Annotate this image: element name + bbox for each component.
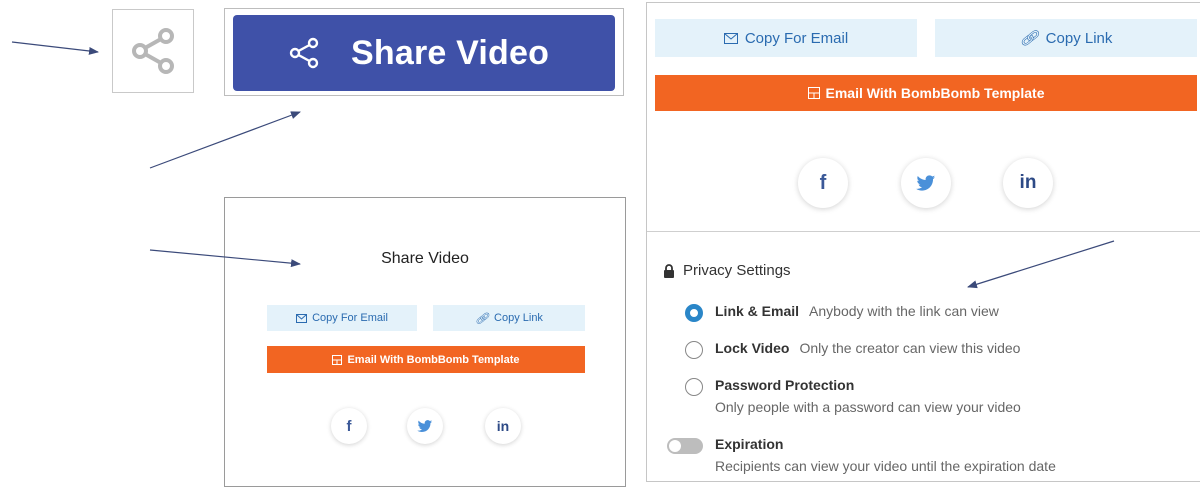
privacy-option-expiration[interactable]: Expiration Recipients can view your vide… bbox=[667, 436, 1056, 474]
expiration-toggle[interactable] bbox=[667, 438, 703, 454]
privacy-option-lock-video[interactable]: Lock Video Only the creator can view this… bbox=[685, 340, 1020, 359]
share-dialog-small: Share Video Copy For Email 🔗︎ Copy Link … bbox=[224, 197, 626, 487]
bombbomb-template-label: Email With BombBomb Template bbox=[825, 85, 1045, 101]
envelope-icon bbox=[296, 313, 308, 323]
facebook-icon[interactable]: f bbox=[331, 408, 367, 444]
share-icon bbox=[132, 28, 174, 74]
link-icon: 🔗︎ bbox=[475, 312, 490, 325]
facebook-icon[interactable]: f bbox=[798, 158, 848, 208]
copy-link-button[interactable]: 🔗︎ Copy Link bbox=[433, 305, 585, 331]
share-video-label: Share Video bbox=[351, 33, 550, 72]
bombbomb-template-button[interactable]: Email With BombBomb Template bbox=[655, 75, 1197, 111]
copy-link-label: Copy Link bbox=[494, 312, 543, 324]
lock-icon bbox=[664, 263, 674, 278]
twitter-icon[interactable] bbox=[407, 408, 443, 444]
link-email-radio[interactable] bbox=[685, 304, 703, 322]
dialog-title: Share Video bbox=[381, 250, 469, 267]
password-radio[interactable] bbox=[685, 378, 703, 396]
arrow-to-share-icon bbox=[11, 41, 99, 55]
linkedin-icon[interactable]: in bbox=[485, 408, 521, 444]
copy-for-email-button[interactable]: Copy For Email bbox=[655, 19, 917, 57]
section-divider bbox=[647, 231, 1200, 232]
link-icon: 🔗︎ bbox=[1019, 30, 1039, 47]
share-icon bbox=[287, 36, 321, 70]
twitter-icon[interactable] bbox=[901, 158, 951, 208]
copy-link-label: Copy Link bbox=[1045, 29, 1113, 47]
privacy-option-password[interactable]: Password Protection Only people with a p… bbox=[685, 377, 1021, 415]
lock-video-radio[interactable] bbox=[685, 341, 703, 359]
share-video-button[interactable]: Share Video bbox=[233, 15, 615, 91]
privacy-option-link-email[interactable]: Link & Email Anybody with the link can vi… bbox=[685, 303, 999, 322]
template-icon bbox=[807, 87, 820, 99]
bombbomb-template-label: Email With BombBomb Template bbox=[347, 353, 520, 366]
envelope-icon bbox=[723, 32, 738, 44]
copy-for-email-label: Copy For Email bbox=[744, 29, 849, 47]
copy-link-button[interactable]: 🔗︎ Copy Link bbox=[935, 19, 1197, 57]
share-panel-large: Copy For Email 🔗︎ Copy Link Email With B… bbox=[646, 2, 1200, 482]
privacy-settings-heading: Privacy Settings bbox=[663, 262, 791, 279]
share-icon-button[interactable] bbox=[112, 9, 194, 93]
arrow-to-share-button bbox=[149, 111, 301, 169]
share-button-frame: Share Video bbox=[224, 8, 624, 96]
copy-for-email-label: Copy For Email bbox=[312, 312, 388, 324]
copy-for-email-button[interactable]: Copy For Email bbox=[267, 305, 417, 331]
template-icon bbox=[332, 354, 343, 365]
bombbomb-template-button[interactable]: Email With BombBomb Template bbox=[267, 346, 585, 373]
linkedin-icon[interactable]: in bbox=[1003, 158, 1053, 208]
